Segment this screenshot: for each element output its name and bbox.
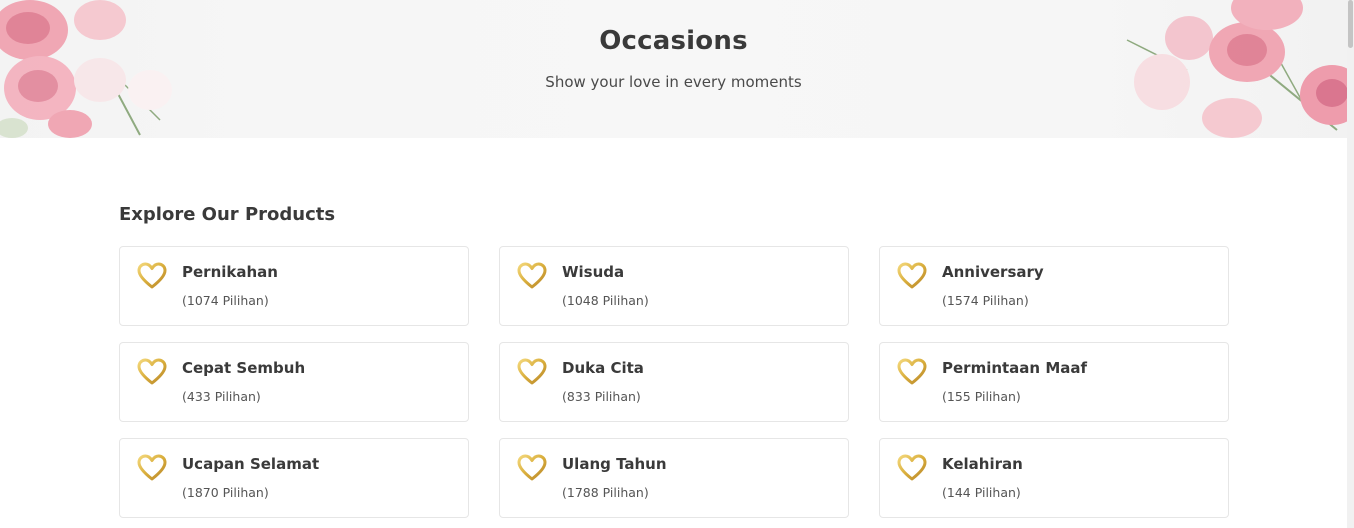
heart-icon bbox=[137, 262, 167, 289]
heart-icon bbox=[897, 454, 927, 481]
category-card-pernikahan[interactable]: Pernikahan (1074 Pilihan) bbox=[119, 246, 469, 326]
heart-icon bbox=[137, 454, 167, 481]
category-count: (155 Pilihan) bbox=[942, 389, 1021, 404]
category-card-ucapan-selamat[interactable]: Ucapan Selamat (1870 Pilihan) bbox=[119, 438, 469, 518]
flowers-left-icon bbox=[0, 0, 172, 138]
category-name: Anniversary bbox=[942, 263, 1044, 281]
heart-icon bbox=[517, 262, 547, 289]
category-card-cepat-sembuh[interactable]: Cepat Sembuh (433 Pilihan) bbox=[119, 342, 469, 422]
category-card-duka-cita[interactable]: Duka Cita (833 Pilihan) bbox=[499, 342, 849, 422]
category-count: (1074 Pilihan) bbox=[182, 293, 269, 308]
category-card-ulang-tahun[interactable]: Ulang Tahun (1788 Pilihan) bbox=[499, 438, 849, 518]
category-name: Permintaan Maaf bbox=[942, 359, 1088, 377]
category-name: Ucapan Selamat bbox=[182, 455, 320, 473]
category-name: Duka Cita bbox=[562, 359, 644, 377]
category-count: (1048 Pilihan) bbox=[562, 293, 649, 308]
category-count: (1870 Pilihan) bbox=[182, 485, 269, 500]
category-name: Cepat Sembuh bbox=[182, 359, 306, 377]
category-name: Wisuda bbox=[562, 263, 625, 281]
hero-banner: Occasions Show your love in every moment… bbox=[0, 0, 1347, 138]
category-count: (144 Pilihan) bbox=[942, 485, 1021, 500]
category-count: (1574 Pilihan) bbox=[942, 293, 1029, 308]
heart-icon bbox=[137, 358, 167, 385]
heart-icon bbox=[897, 358, 927, 385]
category-card-anniversary[interactable]: Anniversary (1574 Pilihan) bbox=[879, 246, 1229, 326]
category-card-kelahiran[interactable]: Kelahiran (144 Pilihan) bbox=[879, 438, 1229, 518]
flowers-right-icon bbox=[1126, 0, 1347, 138]
category-name: Ulang Tahun bbox=[562, 455, 667, 473]
occasions-page: Occasions Show your love in every moment… bbox=[0, 0, 1354, 528]
page-scrollbar[interactable] bbox=[1347, 0, 1354, 528]
page-subtitle: Show your love in every moments bbox=[545, 73, 802, 91]
heart-icon bbox=[517, 358, 547, 385]
heart-icon bbox=[517, 454, 547, 481]
page-title: Occasions bbox=[599, 26, 748, 56]
section-heading: Explore Our Products bbox=[119, 204, 336, 225]
category-grid: Pernikahan (1074 Pilihan) Wisuda (1048 P… bbox=[119, 246, 1229, 518]
category-card-permintaan-maaf[interactable]: Permintaan Maaf (155 Pilihan) bbox=[879, 342, 1229, 422]
category-count: (433 Pilihan) bbox=[182, 389, 261, 404]
category-count: (833 Pilihan) bbox=[562, 389, 641, 404]
heart-icon bbox=[897, 262, 927, 289]
category-name: Kelahiran bbox=[942, 455, 1023, 473]
scrollbar-thumb[interactable] bbox=[1348, 0, 1353, 48]
category-count: (1788 Pilihan) bbox=[562, 485, 649, 500]
category-card-wisuda[interactable]: Wisuda (1048 Pilihan) bbox=[499, 246, 849, 326]
category-name: Pernikahan bbox=[182, 263, 278, 281]
